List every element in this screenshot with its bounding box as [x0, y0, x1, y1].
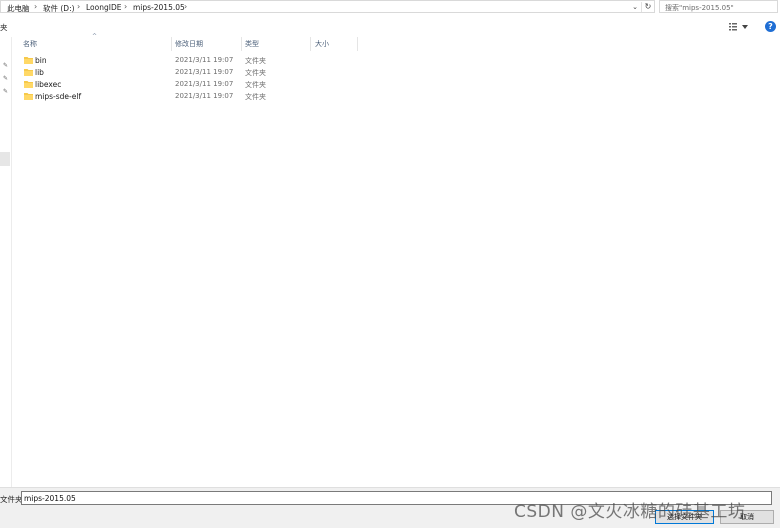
- folder-icon: [24, 69, 33, 76]
- toolbar: [0, 13, 780, 37]
- file-name: lib: [35, 68, 44, 77]
- file-row[interactable]: bin 2021/3/11 19:07 文件夹: [20, 55, 320, 67]
- file-date: 2021/3/11 19:07: [175, 56, 234, 64]
- chevron-right-icon[interactable]: ›: [77, 2, 80, 11]
- column-header-name[interactable]: 名称: [23, 39, 37, 49]
- file-type: 文件夹: [245, 81, 266, 89]
- address-dropdown-icon[interactable]: ⌄: [630, 2, 640, 12]
- file-type: 文件夹: [245, 93, 266, 101]
- file-type: 文件夹: [245, 57, 266, 65]
- file-date: 2021/3/11 19:07: [175, 80, 234, 88]
- file-name: mips-sde-elf: [35, 92, 82, 101]
- sort-ascending-icon: ^: [92, 33, 98, 40]
- column-divider[interactable]: [241, 37, 242, 51]
- help-icon[interactable]: ?: [765, 21, 776, 32]
- address-bar[interactable]: 此电脑 › 软件 (D:) › LoongIDE › mips-2015.05 …: [0, 0, 655, 13]
- breadcrumb-mips[interactable]: mips-2015.05: [133, 3, 185, 12]
- view-list-icon: [729, 23, 748, 31]
- chevron-right-icon[interactable]: ›: [124, 2, 127, 11]
- search-input[interactable]: 搜索"mips-2015.05": [665, 3, 734, 13]
- file-row[interactable]: libexec 2021/3/11 19:07 文件夹: [20, 79, 320, 91]
- pin-icon[interactable]: ✎: [3, 62, 8, 69]
- file-date: 2021/3/11 19:07: [175, 92, 234, 100]
- column-divider[interactable]: [171, 37, 172, 51]
- toolbar-clipped-label: 夹: [0, 23, 8, 32]
- column-header-size[interactable]: 大小: [315, 39, 329, 49]
- file-date: 2021/3/11 19:07: [175, 68, 234, 76]
- refresh-icon[interactable]: ↻: [641, 2, 654, 12]
- column-divider[interactable]: [310, 37, 311, 51]
- column-divider[interactable]: [357, 37, 358, 51]
- file-row[interactable]: mips-sde-elf 2021/3/11 19:07 文件夹: [20, 91, 320, 103]
- folder-icon: [24, 93, 33, 100]
- pin-icon[interactable]: ✎: [3, 75, 8, 82]
- search-box[interactable]: 搜索"mips-2015.05": [659, 0, 778, 13]
- file-name: bin: [35, 56, 47, 65]
- file-row[interactable]: lib 2021/3/11 19:07 文件夹: [20, 67, 320, 79]
- nav-selected-item[interactable]: [0, 152, 10, 166]
- chevron-right-icon[interactable]: ›: [184, 2, 187, 11]
- folder-icon: [24, 81, 33, 88]
- view-options-button[interactable]: [728, 20, 750, 32]
- pin-icon[interactable]: ✎: [3, 88, 8, 95]
- folder-icon: [24, 57, 33, 64]
- column-header-date[interactable]: 修改日期: [175, 39, 203, 49]
- column-header-type[interactable]: 类型: [245, 39, 259, 49]
- chevron-right-icon[interactable]: ›: [34, 2, 37, 11]
- breadcrumb-loongide[interactable]: LoongIDE: [86, 3, 121, 12]
- file-type: 文件夹: [245, 69, 266, 77]
- navigation-pane[interactable]: ✎ ✎ ✎: [0, 37, 12, 487]
- watermark: CSDN @文火冰糖的硅基工坊: [514, 502, 746, 522]
- file-name: libexec: [35, 80, 62, 89]
